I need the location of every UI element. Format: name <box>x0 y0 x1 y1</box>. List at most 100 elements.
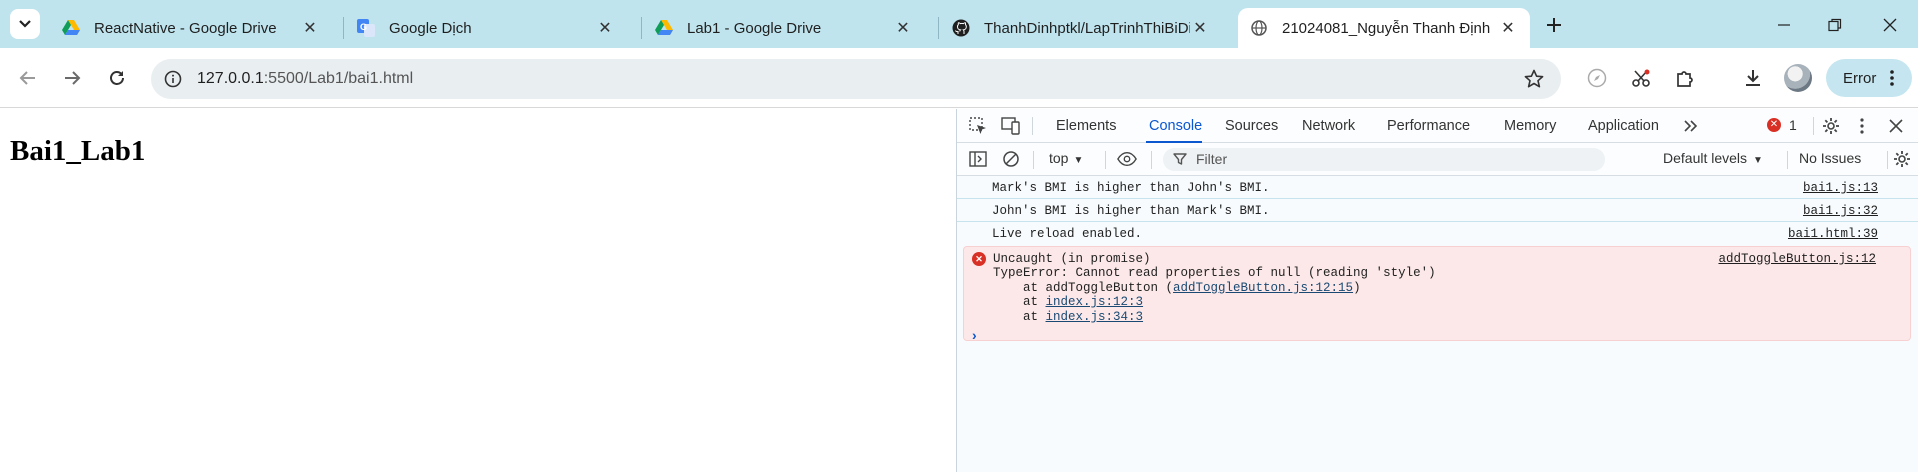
console-log-row: John's BMI is higher than Mark's BMI. ba… <box>957 199 1918 222</box>
extension-compass-button[interactable] <box>1583 64 1611 92</box>
more-tabs-icon[interactable] <box>1681 116 1701 136</box>
chevron-down-icon <box>19 20 31 28</box>
stack-prefix: at <box>993 310 1046 324</box>
error-label: Error <box>1843 69 1877 87</box>
tab-reactnative-drive[interactable]: ReactNative - Google Drive ✕ <box>50 8 332 48</box>
plus-icon <box>1547 18 1561 32</box>
reload-icon <box>110 71 124 85</box>
issues-button[interactable]: No Issues <box>1799 150 1861 166</box>
console-log-row: Mark's BMI is higher than John's BMI. ba… <box>957 176 1918 199</box>
toolbar-divider <box>1887 151 1888 169</box>
tab-performance[interactable]: Performance <box>1387 109 1470 143</box>
close-window-button[interactable] <box>1876 11 1904 39</box>
compass-icon <box>1587 68 1607 88</box>
error-counter[interactable]: ✕ 1 <box>1767 117 1797 133</box>
stack-link[interactable]: addToggleButton.js:12:15 <box>1173 281 1353 295</box>
tab-search-button[interactable] <box>10 9 40 39</box>
tab-active-page[interactable]: 21024081_Nguyễn Thanh Định ✕ <box>1238 8 1530 48</box>
url-text[interactable]: 127.0.0.1:5500/Lab1/bai1.html <box>197 70 413 88</box>
reload-button[interactable] <box>103 64 131 92</box>
google-drive-icon <box>62 19 80 37</box>
tab-elements[interactable]: Elements <box>1056 109 1116 143</box>
close-icon[interactable]: ✕ <box>1498 18 1518 38</box>
forward-button[interactable] <box>58 64 86 92</box>
more-vertical-icon <box>1882 68 1902 88</box>
restore-icon <box>1828 18 1842 32</box>
scissors-icon <box>1632 69 1650 87</box>
close-icon[interactable]: ✕ <box>893 18 913 38</box>
tab-google-translate[interactable]: G Google Dịch ✕ <box>345 8 627 48</box>
inspect-element-icon[interactable] <box>968 116 988 136</box>
tab-network[interactable]: Network <box>1302 109 1355 143</box>
console-settings-icon[interactable] <box>1892 149 1912 169</box>
page-heading: Bai1_Lab1 <box>10 135 146 167</box>
extensions-button[interactable] <box>1671 64 1699 92</box>
tab-sources[interactable]: Sources <box>1225 109 1278 143</box>
tab-title: ThanhDinhptkl/LapTrinhThiBiDi <box>984 19 1190 37</box>
eye-icon[interactable] <box>1117 149 1137 169</box>
profile-error-button[interactable]: Error <box>1826 59 1912 97</box>
devtools-tab-bar: Elements Console Sources Network Perform… <box>957 109 1918 143</box>
console-filter-input[interactable]: Filter <box>1163 148 1605 171</box>
tab-lab1-drive[interactable]: Lab1 - Google Drive ✕ <box>643 8 925 48</box>
profile-avatar[interactable] <box>1784 64 1812 92</box>
puzzle-icon <box>1677 71 1693 87</box>
log-source-link[interactable]: bai1.js:13 <box>1803 181 1878 195</box>
site-info-icon[interactable] <box>162 68 184 90</box>
console-output: Mark's BMI is higher than John's BMI. ba… <box>957 176 1918 472</box>
close-icon[interactable]: ✕ <box>1190 18 1210 38</box>
tab-title: Google Dịch <box>389 19 472 37</box>
more-vertical-icon[interactable] <box>1852 116 1872 136</box>
settings-gear-icon[interactable] <box>1821 116 1841 136</box>
tab-application[interactable]: Application <box>1588 109 1659 143</box>
console-prompt[interactable]: › <box>972 327 977 343</box>
close-icon[interactable]: ✕ <box>300 18 320 38</box>
filter-icon <box>1173 153 1187 165</box>
error-count-text: 1 <box>1789 117 1797 133</box>
new-tab-button[interactable] <box>1541 12 1567 38</box>
address-bar[interactable]: 127.0.0.1:5500/Lab1/bai1.html <box>151 59 1561 99</box>
sidebar-toggle-icon[interactable] <box>968 149 988 169</box>
tab-console[interactable]: Console <box>1146 109 1203 143</box>
log-text: Mark's BMI is higher than John's BMI. <box>992 181 1270 195</box>
log-source-link[interactable]: bai1.js:32 <box>1803 204 1878 218</box>
restore-button[interactable] <box>1821 11 1849 39</box>
github-icon <box>952 19 970 37</box>
triangle-down-icon: ▼ <box>1753 155 1763 166</box>
google-translate-icon: G <box>357 19 375 37</box>
extension-scissors-button[interactable] <box>1627 64 1655 92</box>
tab-divider <box>343 17 344 39</box>
stack-link[interactable]: index.js:34:3 <box>1046 310 1144 324</box>
error-title: Uncaught (in promise) <box>993 252 1151 266</box>
close-icon[interactable]: ✕ <box>595 18 615 38</box>
toolbar-divider <box>1105 151 1106 169</box>
stack-frame: at index.js:12:3 <box>993 295 1143 309</box>
context-label: top <box>1049 150 1069 166</box>
star-icon[interactable] <box>1523 68 1545 90</box>
tab-memory[interactable]: Memory <box>1504 109 1556 143</box>
device-toolbar-icon[interactable] <box>1001 116 1021 136</box>
minimize-button[interactable] <box>1770 11 1798 39</box>
download-icon <box>1746 70 1760 86</box>
stack-frame: at addToggleButton (addToggleButton.js:1… <box>993 281 1361 295</box>
stack-link[interactable]: index.js:12:3 <box>1046 295 1144 309</box>
context-selector[interactable]: top ▼ <box>1049 150 1083 166</box>
console-log-row: Live reload enabled. bai1.html:39 <box>957 222 1918 245</box>
tab-strip: ReactNative - Google Drive ✕ G Google Dị… <box>0 0 1918 48</box>
log-levels-dropdown[interactable]: Default levels ▼ <box>1663 150 1763 166</box>
error-source-link[interactable]: addToggleButton.js:12 <box>1718 252 1876 266</box>
url-path: :5500/Lab1/bai1.html <box>263 70 414 87</box>
google-drive-icon <box>655 19 673 37</box>
back-button[interactable] <box>14 64 42 92</box>
tab-github[interactable]: ThanhDinhptkl/LapTrinhThiBiDi ✕ <box>940 8 1222 48</box>
stack-suffix: ) <box>1353 281 1361 295</box>
clear-console-icon[interactable] <box>1001 149 1021 169</box>
error-message: TypeError: Cannot read properties of nul… <box>993 266 1436 280</box>
close-devtools-icon[interactable] <box>1886 116 1906 136</box>
arrow-right-icon <box>65 71 81 85</box>
page-content: Bai1_Lab1 <box>0 109 956 472</box>
log-source-link[interactable]: bai1.html:39 <box>1788 227 1878 241</box>
error-icon: ✕ <box>1767 118 1781 132</box>
downloads-button[interactable] <box>1739 64 1767 92</box>
toolbar-divider <box>1787 151 1788 169</box>
